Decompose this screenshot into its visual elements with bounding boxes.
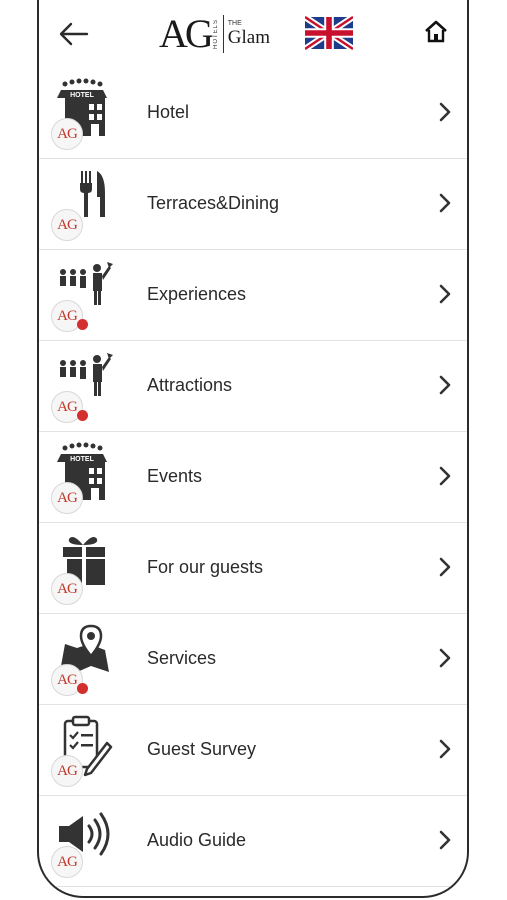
menu-item-audio-guide[interactable]: AG Audio Guide: [39, 796, 467, 887]
location-pin-icon: [77, 683, 88, 694]
gift-icon: AG: [51, 531, 115, 605]
ag-badge: AG: [51, 209, 83, 241]
menu-list: HOTEL AG Hotel AG Terraces&Dining AG Exp…: [39, 68, 467, 887]
brand-logo: AG HOTELS THE Glam: [159, 12, 270, 56]
logo-divider: [222, 15, 224, 53]
tour-guide-icon: AG: [51, 349, 115, 423]
chevron-right-icon: [439, 466, 451, 486]
ag-badge: AG: [51, 482, 83, 514]
menu-item-label: Hotel: [147, 102, 190, 122]
home-icon[interactable]: [423, 18, 449, 46]
svg-text:HOTEL: HOTEL: [70, 92, 94, 99]
chevron-right-icon: [439, 193, 451, 213]
logo-name: Glam: [227, 27, 270, 48]
menu-item-label: Guest Survey: [147, 739, 257, 759]
menu-item-label: Audio Guide: [147, 830, 247, 850]
menu-item-services[interactable]: AG Services: [39, 614, 467, 705]
uk-flag-icon[interactable]: [305, 16, 353, 50]
menu-item-terraces-dining[interactable]: AG Terraces&Dining: [39, 159, 467, 250]
menu-item-experiences[interactable]: AG Experiences: [39, 250, 467, 341]
location-pin-icon: [77, 319, 88, 330]
ag-badge: AG: [51, 755, 83, 787]
hotel-icon: HOTEL AG: [51, 440, 115, 514]
hotel-icon: HOTEL AG: [51, 76, 115, 150]
menu-item-label: Terraces&Dining: [147, 193, 280, 213]
chevron-right-icon: [439, 739, 451, 759]
menu-item-label: Events: [147, 466, 203, 486]
svg-text:HOTEL: HOTEL: [70, 456, 94, 463]
location-pin-icon: [77, 410, 88, 421]
map-pin-icon: AG: [51, 622, 115, 696]
logo-hotels: HOTELS: [212, 18, 219, 49]
menu-item-for-our-guests[interactable]: AG For our guests: [39, 523, 467, 614]
logo-mark: AG: [159, 11, 214, 56]
ag-badge: AG: [51, 846, 83, 878]
menu-item-events[interactable]: HOTEL AG Events: [39, 432, 467, 523]
tour-guide-icon: AG: [51, 258, 115, 332]
clipboard-icon: AG: [51, 713, 115, 787]
menu-item-label: Services: [147, 648, 217, 668]
app-header: AG HOTELS THE Glam: [39, 0, 467, 68]
chevron-right-icon: [439, 557, 451, 577]
ag-badge: AG: [51, 118, 83, 150]
cutlery-icon: AG: [51, 167, 115, 241]
phone-frame: AG HOTELS THE Glam HOTEL AG Hotel AG Ter…: [37, 0, 469, 898]
menu-item-hotel[interactable]: HOTEL AG Hotel: [39, 68, 467, 159]
chevron-right-icon: [439, 648, 451, 668]
ag-badge: AG: [51, 573, 83, 605]
chevron-right-icon: [439, 284, 451, 304]
menu-item-label: Attractions: [147, 375, 233, 395]
back-arrow-icon[interactable]: [57, 18, 91, 50]
speaker-icon: AG: [51, 804, 115, 878]
chevron-right-icon: [439, 830, 451, 850]
menu-item-guest-survey[interactable]: AG Guest Survey: [39, 705, 467, 796]
chevron-right-icon: [439, 102, 451, 122]
menu-item-attractions[interactable]: AG Attractions: [39, 341, 467, 432]
menu-item-label: For our guests: [147, 557, 264, 577]
chevron-right-icon: [439, 375, 451, 395]
logo-name-block: THE Glam: [228, 20, 270, 48]
menu-item-label: Experiences: [147, 284, 247, 304]
